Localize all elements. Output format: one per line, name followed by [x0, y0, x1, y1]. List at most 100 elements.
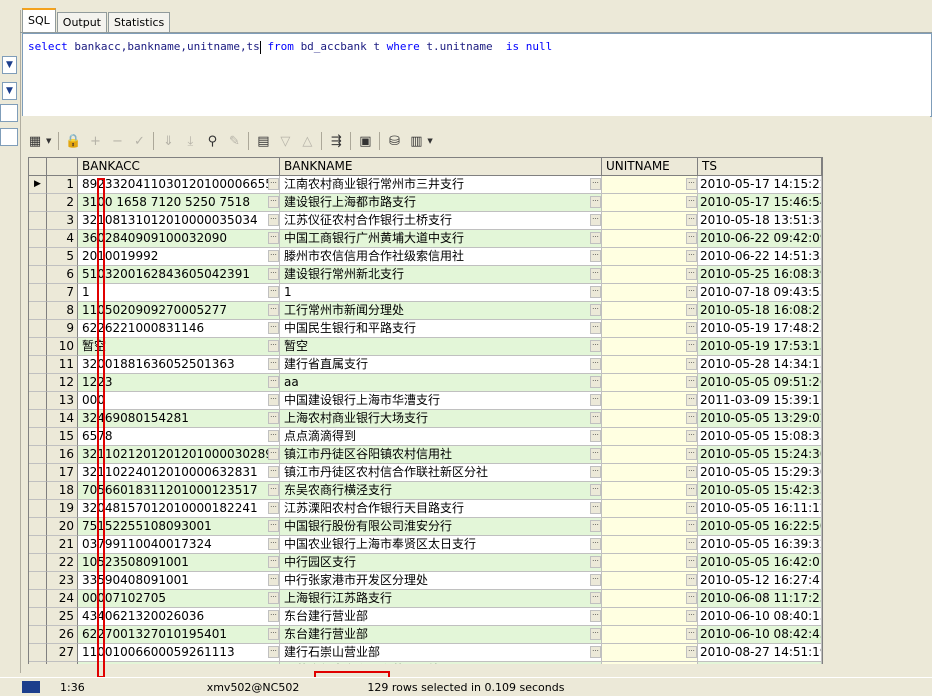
row-indicator[interactable] [29, 590, 47, 608]
ellipsis-icon[interactable]: ··· [590, 502, 601, 514]
cell-unitname[interactable]: ··· [602, 536, 698, 554]
cell-ts[interactable]: 2010-05-19 17:48:25 [698, 320, 822, 338]
cell-bankacc[interactable]: 000 ··· [78, 392, 280, 410]
column-header-unitname[interactable]: UNITNAME [602, 158, 698, 175]
delete-record-icon[interactable]: − [106, 130, 128, 152]
cell-bankacc[interactable]: 6578 ··· [78, 428, 280, 446]
cell-bankname[interactable]: 东吴农商行横泾支行 ··· [280, 482, 602, 500]
ellipsis-icon[interactable]: ··· [590, 394, 601, 406]
ellipsis-icon[interactable]: ··· [686, 448, 697, 460]
ellipsis-icon[interactable]: ··· [590, 448, 601, 460]
table-row[interactable]: 10 暂空 ··· 暂空 ··· ··· 2010-05-19 17:53:13 [29, 338, 822, 356]
ellipsis-icon[interactable]: ··· [268, 412, 279, 424]
post-changes-icon[interactable]: ✓ [128, 130, 150, 152]
ellipsis-icon[interactable]: ··· [268, 430, 279, 442]
cell-bankname[interactable]: 建行石崇山营业部 ··· [280, 644, 602, 662]
row-indicator[interactable] [29, 518, 47, 536]
cell-unitname[interactable]: ··· [602, 302, 698, 320]
cell-ts[interactable]: 2010-05-18 16:08:27 [698, 302, 822, 320]
table-row[interactable]: 5 2010019992 ··· 滕州市农信信用合作社级索信用社 ··· ··· 2010-… [29, 248, 822, 266]
cell-ts[interactable]: 2010-05-05 15:08:35 [698, 428, 822, 446]
ellipsis-icon[interactable]: ··· [268, 178, 279, 190]
cell-unitname[interactable]: ··· [602, 482, 698, 500]
editor-splitter[interactable] [22, 116, 930, 126]
horizontal-scrollbar[interactable] [28, 664, 823, 672]
row-indicator[interactable] [29, 338, 47, 356]
ellipsis-icon[interactable]: ··· [268, 646, 279, 658]
ellipsis-icon[interactable]: ··· [268, 610, 279, 622]
ellipsis-icon[interactable]: ··· [686, 430, 697, 442]
ellipsis-icon[interactable]: ··· [268, 592, 279, 604]
ellipsis-icon[interactable]: ··· [268, 304, 279, 316]
column-header-bankname[interactable]: BANKNAME [280, 158, 602, 175]
row-indicator[interactable] [29, 230, 47, 248]
ellipsis-icon[interactable]: ··· [590, 646, 601, 658]
ellipsis-icon[interactable]: ··· [686, 538, 697, 550]
cell-unitname[interactable]: ··· [602, 230, 698, 248]
table-row[interactable]: 15 6578 ··· 点点滴滴得到 ··· ··· 2010-05-05 15:08:35 [29, 428, 822, 446]
cell-ts[interactable]: 2010-05-12 16:27:41 [698, 572, 822, 590]
cell-unitname[interactable]: ··· [602, 338, 698, 356]
ellipsis-icon[interactable]: ··· [590, 538, 601, 550]
row-indicator[interactable] [29, 500, 47, 518]
cell-bankname[interactable]: 上海银行江苏路支行 ··· [280, 590, 602, 608]
ellipsis-icon[interactable]: ··· [590, 556, 601, 568]
tab-statistics[interactable]: Statistics [108, 12, 171, 32]
cell-ts[interactable]: 2010-05-05 15:42:33 [698, 482, 822, 500]
ellipsis-icon[interactable]: ··· [268, 286, 279, 298]
cell-unitname[interactable]: ··· [602, 374, 698, 392]
cell-unitname[interactable]: ··· [602, 446, 698, 464]
cell-bankacc[interactable]: 4340621320026036 ··· [78, 608, 280, 626]
ellipsis-icon[interactable]: ··· [686, 628, 697, 640]
chevron-down-icon[interactable]: ▼ [2, 56, 17, 74]
database-icon[interactable]: ⛁ [383, 130, 405, 152]
ellipsis-icon[interactable]: ··· [686, 394, 697, 406]
ellipsis-icon[interactable]: ··· [590, 574, 601, 586]
table-row[interactable]: ▶ 1 8923320411030120100006655 ··· 江南农村商业银行常州… [29, 176, 822, 194]
ellipsis-icon[interactable]: ··· [590, 358, 601, 370]
ellipsis-icon[interactable]: ··· [686, 556, 697, 568]
ellipsis-icon[interactable]: ··· [268, 448, 279, 460]
cell-unitname[interactable]: ··· [602, 626, 698, 644]
cell-unitname[interactable]: ··· [602, 284, 698, 302]
row-indicator[interactable] [29, 536, 47, 554]
row-indicator[interactable] [29, 302, 47, 320]
cell-bankacc[interactable]: 11001006600059261113 ··· [78, 644, 280, 662]
cell-bankname[interactable]: aa ··· [280, 374, 602, 392]
row-indicator[interactable] [29, 572, 47, 590]
cell-bankacc[interactable]: 1105020909270005277 ··· [78, 302, 280, 320]
cell-unitname[interactable]: ··· [602, 500, 698, 518]
row-indicator[interactable] [29, 374, 47, 392]
cell-bankname[interactable]: 建行省直属支行 ··· [280, 356, 602, 374]
cell-bankacc[interactable]: 32108131012010000035034 ··· [78, 212, 280, 230]
row-indicator[interactable] [29, 446, 47, 464]
cell-bankname[interactable]: 江南农村商业银行常州市三井支行 ··· [280, 176, 602, 194]
ellipsis-icon[interactable]: ··· [686, 520, 697, 532]
ellipsis-icon[interactable]: ··· [590, 268, 601, 280]
cell-bankname[interactable]: 镇江市丹徒区谷阳镇农村信用社 ··· [280, 446, 602, 464]
cell-unitname[interactable]: ··· [602, 590, 698, 608]
row-indicator[interactable] [29, 356, 47, 374]
cell-unitname[interactable]: ··· [602, 194, 698, 212]
table-row[interactable]: 2 3100 1658 7120 5250 7518 ··· 建设银行上海都市路支行 ·… [29, 194, 822, 212]
cell-bankacc[interactable]: 5103200162843605042391 ··· [78, 266, 280, 284]
ellipsis-icon[interactable]: ··· [590, 376, 601, 388]
ellipsis-icon[interactable]: ··· [686, 466, 697, 478]
table-row[interactable]: 17 32110224012010000632831 ··· 镇江市丹徒区农村信合作联… [29, 464, 822, 482]
cell-bankname[interactable]: 中国银行股份有限公司淮安分行 ··· [280, 518, 602, 536]
table-row[interactable]: 26 6227001327010195401 ··· 东台建行营业部 ··· ··· 201… [29, 626, 822, 644]
ellipsis-icon[interactable]: ··· [268, 358, 279, 370]
row-indicator[interactable] [29, 284, 47, 302]
ellipsis-icon[interactable]: ··· [590, 340, 601, 352]
cell-bankacc[interactable]: 75152255108093001 ··· [78, 518, 280, 536]
cell-ts[interactable]: 2010-08-27 14:51:19 [698, 644, 822, 662]
cell-unitname[interactable]: ··· [602, 428, 698, 446]
table-row[interactable]: 18 70566018311201000123517 ··· 东吴农商行横泾支行 ···… [29, 482, 822, 500]
cell-ts[interactable]: 2010-05-05 13:29:02 [698, 410, 822, 428]
result-grid[interactable]: BANKACC BANKNAME UNITNAME TS ▶ 1 892332041… [28, 157, 823, 667]
cell-bankacc[interactable]: 2010019992 ··· [78, 248, 280, 266]
cell-bankname[interactable]: 镇江市丹徒区农村信合作联社新区分社 ··· [280, 464, 602, 482]
cell-bankacc[interactable]: 6227001327010195401 ··· [78, 626, 280, 644]
tab-output[interactable]: Output [56, 12, 107, 32]
ellipsis-icon[interactable]: ··· [268, 574, 279, 586]
